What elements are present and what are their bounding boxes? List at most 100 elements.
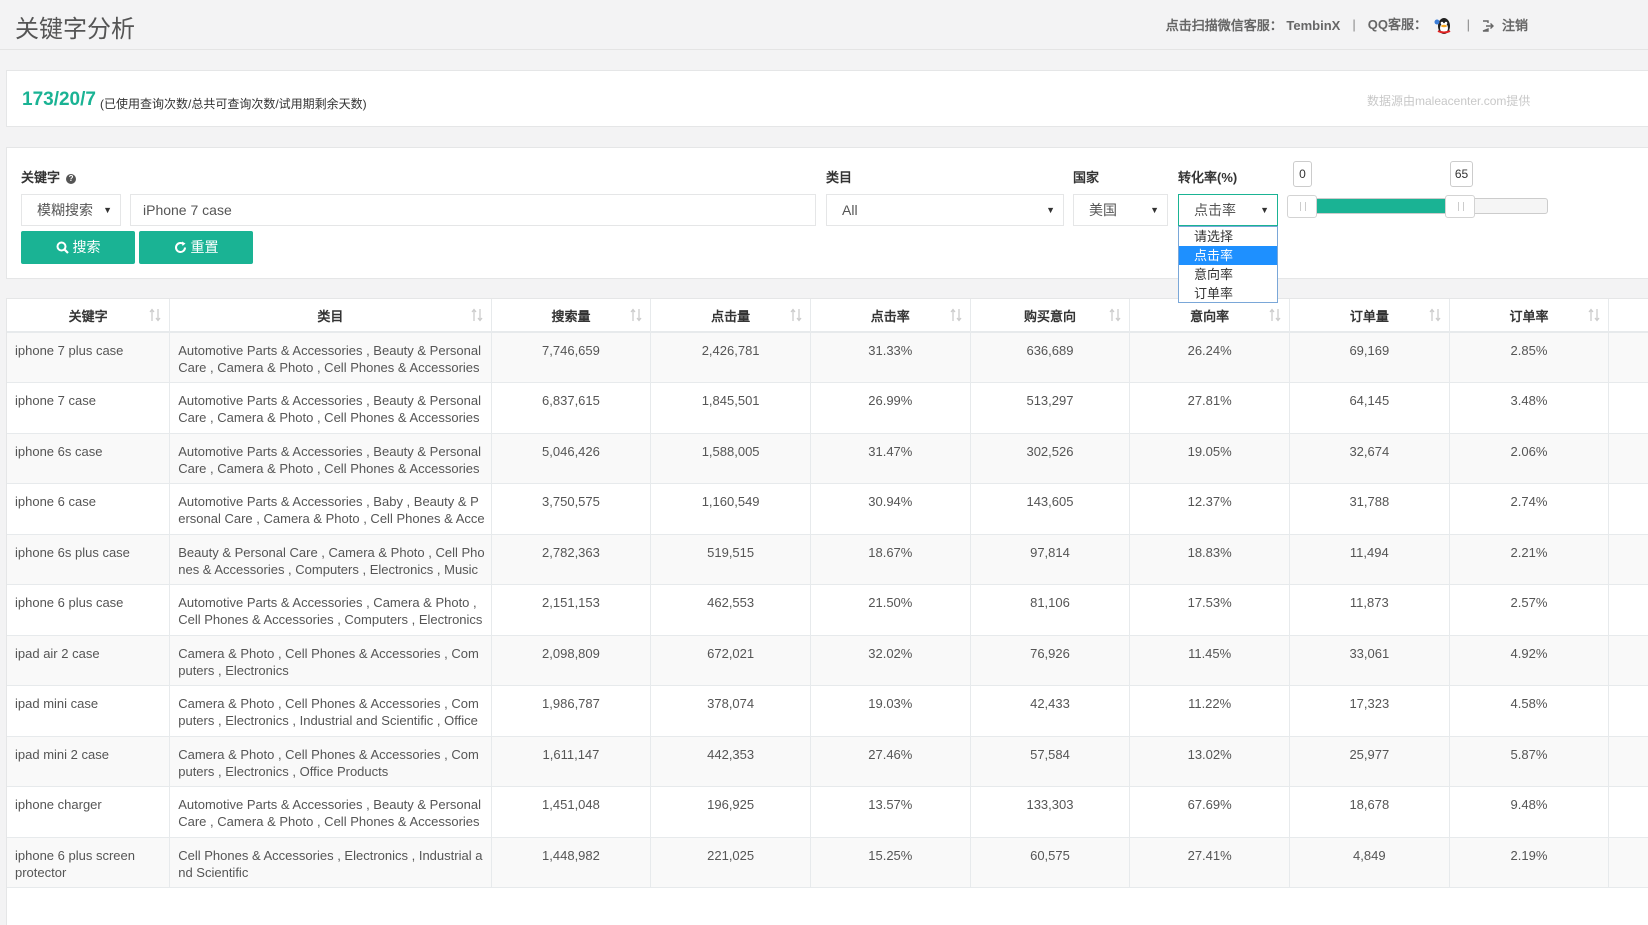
- dropdown-option[interactable]: 意向率: [1179, 265, 1277, 284]
- metric-cell: 378,074: [650, 685, 811, 737]
- dropdown-option-selected[interactable]: 点击率: [1179, 246, 1277, 265]
- table-row[interactable]: ipad air 2 case Camera & Photo , Cell Pho…: [7, 635, 1648, 686]
- column-header[interactable]: 点击率: [810, 299, 971, 333]
- metric-cell: 1,588,005: [650, 433, 811, 484]
- metric-cell: 19.03%: [810, 685, 971, 737]
- sort-icon[interactable]: [790, 308, 802, 322]
- metric-cell: 302,526: [970, 433, 1131, 484]
- category-cell: Camera & Photo , Cell Phones & Accessori…: [169, 635, 492, 686]
- sort-icon[interactable]: [630, 308, 642, 322]
- sort-icon[interactable]: [1429, 308, 1441, 322]
- conversion-type-value: 点击率: [1194, 202, 1236, 218]
- logout-link[interactable]: 注销: [1482, 15, 1528, 34]
- dropdown-option[interactable]: 订单率: [1179, 284, 1277, 303]
- table-row[interactable]: iphone 6s plus case Beauty & Personal Car…: [7, 534, 1648, 585]
- metric-cell: 32.02%: [810, 635, 971, 686]
- category-cell: Camera & Photo , Cell Phones & Accessori…: [169, 685, 492, 737]
- table-row[interactable]: iphone 6 plus screen protector Cell Phone…: [7, 837, 1648, 888]
- column-header[interactable]: 点击量: [650, 299, 811, 333]
- separator: |: [1352, 16, 1356, 32]
- top-bar: 关键字分析 点击扫描微信客服： TembinX | QQ客服： | 注销: [0, 0, 1648, 50]
- metric-cell: 19.05%: [1129, 433, 1290, 484]
- qq-service-link[interactable]: QQ客服：: [1368, 14, 1455, 35]
- metric-cell: 5,046,426: [491, 433, 652, 484]
- sort-icon[interactable]: [1588, 308, 1600, 322]
- column-header[interactable]: 搜索量: [491, 299, 652, 333]
- sort-icon[interactable]: [149, 308, 161, 322]
- metric-cell: 1,986,787: [491, 685, 652, 737]
- metric-cell: 76,926: [970, 635, 1131, 686]
- match-mode-select[interactable]: 模糊搜索 ▼: [21, 194, 121, 226]
- metric-cell: 2.74%: [1449, 483, 1610, 535]
- keyword-input[interactable]: iPhone 7 case: [130, 194, 816, 226]
- table-row[interactable]: iphone 6s case Automotive Parts & Accesso…: [7, 433, 1648, 484]
- metric-cell: 9.48%: [1449, 786, 1610, 838]
- column-header[interactable]: 订单率: [1449, 299, 1610, 333]
- metric-cell: 17,323: [1289, 685, 1450, 737]
- metric-cell: 33,061: [1289, 635, 1450, 686]
- metric-cell: 21.50%: [810, 584, 971, 636]
- metric-cell: 2,151,153: [491, 584, 652, 636]
- category-cell: Camera & Photo , Cell Phones & Accessori…: [169, 736, 492, 787]
- metric-cell: 3.48%: [1449, 382, 1610, 434]
- reset-button-label: 重置: [190, 239, 219, 255]
- sort-icon[interactable]: [950, 308, 962, 322]
- table-row[interactable]: ipad mini case Camera & Photo , Cell Phon…: [7, 685, 1648, 737]
- search-button[interactable]: 搜索: [21, 231, 135, 264]
- column-header[interactable]: 类目: [169, 299, 492, 333]
- column-header[interactable]: 关键字: [7, 299, 171, 333]
- question-icon[interactable]: ?: [66, 174, 77, 184]
- keyword-cell: ipad air 2 case: [7, 635, 171, 686]
- spacer-cell: [1608, 332, 1648, 383]
- metric-cell: 7,746,659: [491, 332, 652, 383]
- column-header-label: 购买意向: [1023, 308, 1076, 324]
- metric-cell: 27.81%: [1129, 382, 1290, 434]
- metric-cell: 18.83%: [1129, 534, 1290, 585]
- conversion-range-slider[interactable]: [1287, 195, 1548, 218]
- column-header[interactable]: 意向率: [1129, 299, 1290, 333]
- column-header[interactable]: 订单量: [1289, 299, 1450, 333]
- range-max-value: 65: [1450, 161, 1473, 187]
- spacer-cell: [1608, 483, 1648, 535]
- reset-button[interactable]: 重置: [139, 231, 253, 264]
- category-cell: Automotive Parts & Accessories , Beauty …: [169, 786, 492, 838]
- keyword-label-text: 关键字: [21, 170, 61, 185]
- wechat-service-link[interactable]: 点击扫描微信客服： TembinX: [1166, 15, 1341, 34]
- slider-handle-min[interactable]: [1287, 195, 1317, 218]
- column-header-spacer: [1608, 299, 1648, 333]
- category-cell: Cell Phones & Accessories , Electronics …: [169, 837, 492, 888]
- category-cell: Automotive Parts & Accessories , Camera …: [169, 584, 492, 636]
- table-row[interactable]: iphone 7 plus case Automotive Parts & Acc…: [7, 332, 1648, 383]
- slider-handle-max[interactable]: [1444, 195, 1475, 218]
- table-row[interactable]: iphone 7 case Automotive Parts & Accessor…: [7, 382, 1648, 434]
- category-select[interactable]: All ▼: [826, 194, 1064, 226]
- conversion-type-select[interactable]: 点击率 ▼: [1178, 194, 1278, 226]
- search-icon: [56, 241, 69, 254]
- sort-icon[interactable]: [1109, 308, 1121, 322]
- country-select[interactable]: 美国 ▼: [1073, 194, 1168, 226]
- metric-cell: 12.37%: [1129, 483, 1290, 535]
- wechat-id: TembinX: [1286, 17, 1341, 33]
- metric-cell: 31.47%: [810, 433, 971, 484]
- metric-cell: 27.41%: [1129, 837, 1290, 888]
- metric-cell: 2.21%: [1449, 534, 1610, 585]
- dropdown-option[interactable]: 请选择: [1179, 227, 1277, 246]
- keyword-cell: iphone 7 plus case: [7, 332, 171, 383]
- metric-cell: 3,750,575: [491, 483, 652, 535]
- metric-cell: 64,145: [1289, 382, 1450, 434]
- metric-cell: 42,433: [970, 685, 1131, 737]
- spacer-cell: [1608, 382, 1648, 434]
- category-cell: Automotive Parts & Accessories , Beauty …: [169, 332, 492, 383]
- table-row[interactable]: iphone charger Automotive Parts & Accesso…: [7, 786, 1648, 838]
- sort-icon[interactable]: [1269, 308, 1281, 322]
- table-row[interactable]: ipad mini 2 case Camera & Photo , Cell Ph…: [7, 736, 1648, 787]
- metric-cell: 11.45%: [1129, 635, 1290, 686]
- table-row[interactable]: iphone 6 case Automotive Parts & Accessor…: [7, 483, 1648, 535]
- category-cell: Automotive Parts & Accessories , Beauty …: [169, 382, 492, 434]
- keyword-cell: iphone 6 plus case: [7, 584, 171, 636]
- sort-icon[interactable]: [471, 308, 483, 322]
- country-label: 国家: [1073, 170, 1100, 185]
- metric-cell: 1,160,549: [650, 483, 811, 535]
- table-row[interactable]: iphone 6 plus case Automotive Parts & Acc…: [7, 584, 1648, 636]
- column-header[interactable]: 购买意向: [970, 299, 1131, 333]
